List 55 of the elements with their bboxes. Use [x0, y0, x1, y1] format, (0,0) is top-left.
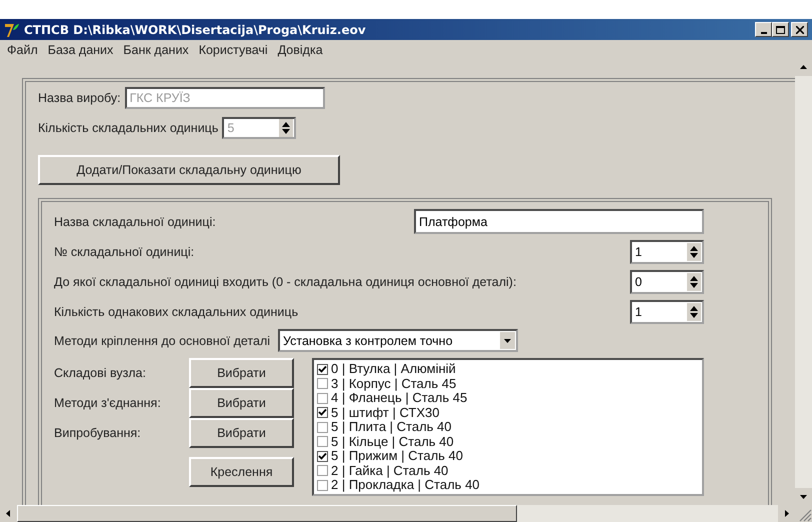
- field-label: Методи кріплення до основної деталі: [54, 334, 270, 348]
- spin-icon[interactable]: [687, 272, 701, 290]
- checkbox[interactable]: [317, 378, 328, 390]
- menu-item[interactable]: Банк даних: [118, 42, 194, 56]
- spin-field[interactable]: 1: [630, 240, 704, 264]
- field-label: Кількість складальних одиниць: [38, 121, 218, 135]
- part-label[interactable]: 5 | штифт | СТХ30: [331, 406, 440, 420]
- menu-item[interactable]: Довідка: [272, 42, 328, 56]
- method-dropdown[interactable]: Установка з контролем точно: [278, 329, 518, 352]
- field-label: До якої складальної одиниці входить (0 - складальна одиниця основної деталі):: [54, 274, 516, 288]
- field-label: Назва складальної одиниці:: [54, 214, 216, 228]
- checkbox[interactable]: [317, 436, 328, 448]
- part-label[interactable]: 3 | Корпус | Сталь 45: [331, 376, 456, 391]
- checkbox[interactable]: [317, 465, 328, 476]
- minimize-icon: [760, 32, 766, 34]
- part-label[interactable]: 5 | Кільце | Сталь 40: [331, 434, 454, 449]
- part-label[interactable]: 2 | Гайка | Сталь 40: [331, 464, 448, 478]
- part-label[interactable]: 2 | Прокладка | Сталь 40: [331, 478, 480, 492]
- spin-icon[interactable]: [687, 302, 701, 320]
- part-label[interactable]: 0 | Втулка | Алюміній: [331, 362, 456, 376]
- checkbox[interactable]: [317, 450, 328, 462]
- menu-item[interactable]: Файл: [2, 42, 43, 56]
- menu-item[interactable]: База даних: [42, 42, 118, 56]
- checkbox[interactable]: [317, 407, 328, 418]
- field-label: Назва виробу:: [38, 91, 121, 105]
- spin-field[interactable]: 0: [630, 270, 704, 294]
- text-field[interactable]: Платформа: [414, 209, 704, 234]
- maximize-button[interactable]: [772, 22, 789, 37]
- select-button[interactable]: Вибрати: [189, 388, 294, 418]
- menu-item[interactable]: Користувачі: [194, 42, 273, 56]
- drawing-button[interactable]: Креслення: [189, 457, 294, 487]
- field-label: № складальної одиниці:: [54, 244, 194, 258]
- part-label[interactable]: 4 | Фланець | Сталь 45: [331, 391, 468, 406]
- checkbox[interactable]: [317, 392, 328, 404]
- close-icon: [796, 26, 804, 34]
- checkbox[interactable]: [317, 480, 328, 491]
- select-button[interactable]: Вибрати: [189, 358, 294, 388]
- close-button[interactable]: [791, 22, 808, 37]
- dropdown-icon[interactable]: [500, 332, 516, 349]
- field-label: Випробування:: [54, 426, 142, 440]
- spin-field[interactable]: 1: [630, 300, 704, 324]
- app-icon: [4, 22, 20, 38]
- checkbox[interactable]: [317, 422, 328, 433]
- window-title: СТПСВ D:\Ribka\WORK\Disertacija\Proga\Kruiz.eov: [24, 22, 367, 36]
- minimize-button[interactable]: [755, 22, 772, 37]
- spin-icon[interactable]: [687, 242, 701, 260]
- checkbox[interactable]: [317, 364, 328, 375]
- part-label[interactable]: 5 | Прижим | Сталь 40: [331, 449, 464, 464]
- field-label: Складові вузла:: [54, 366, 147, 380]
- part-label[interactable]: 5 | Плита | Сталь 40: [331, 420, 452, 434]
- select-button[interactable]: Вибрати: [189, 418, 294, 448]
- field-label: Методи з'єднання:: [54, 396, 162, 410]
- field-label: Кількість однакових складальних одиниць: [54, 304, 298, 318]
- maximize-icon: [776, 26, 785, 34]
- add-unit-button[interactable]: Додати/Показати складальну одиницю: [38, 155, 340, 185]
